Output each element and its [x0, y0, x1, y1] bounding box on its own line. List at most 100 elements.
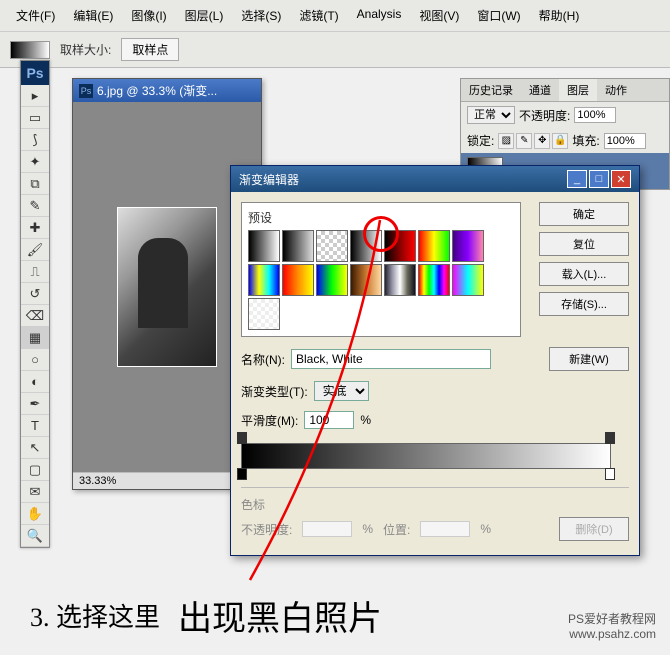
stop-pos-label: 位置:	[383, 521, 410, 538]
color-stop-left[interactable]	[237, 468, 247, 480]
new-button[interactable]: 新建(W)	[549, 347, 629, 371]
blur-tool[interactable]: ○	[21, 349, 49, 371]
eraser-tool[interactable]: ⌫	[21, 305, 49, 327]
swatch-black-white[interactable]	[350, 230, 382, 262]
lock-pixel-icon[interactable]: ✎	[516, 133, 532, 149]
sample-point-button[interactable]: 取样点	[121, 38, 179, 61]
lasso-tool[interactable]: ⟆	[21, 129, 49, 151]
swatch-fg-bg[interactable]	[248, 230, 280, 262]
swatch-rog[interactable]	[418, 230, 450, 262]
menu-item[interactable]: 帮助(H)	[531, 4, 588, 27]
smooth-input[interactable]	[304, 411, 354, 429]
color-stop-right[interactable]	[605, 468, 615, 480]
eyedropper-tool[interactable]: ✎	[21, 195, 49, 217]
dialog-title: 渐变编辑器	[239, 171, 299, 188]
ok-button[interactable]: 确定	[539, 202, 629, 226]
swatch-violet[interactable]	[452, 230, 484, 262]
swatch-fg-trans[interactable]	[282, 230, 314, 262]
tutorial-caption: 3. 选择这里 出现黑白照片	[30, 591, 382, 640]
maximize-button[interactable]: □	[589, 170, 609, 188]
swatch-roy[interactable]	[282, 264, 314, 296]
menu-item[interactable]: 视图(V)	[411, 4, 467, 27]
swatch-red[interactable]	[384, 230, 416, 262]
heal-tool[interactable]: ✚	[21, 217, 49, 239]
tab-layers[interactable]: 图层	[559, 79, 597, 101]
minimize-button[interactable]: _	[567, 170, 587, 188]
reset-button[interactable]: 复位	[539, 232, 629, 256]
swatch-chrome[interactable]	[384, 264, 416, 296]
marquee-tool[interactable]: ▭	[21, 107, 49, 129]
menu-item[interactable]: 图层(L)	[177, 4, 232, 27]
site-name: PS爱好者教程网	[568, 610, 656, 627]
zoom-tool[interactable]: 🔍	[21, 525, 49, 547]
hand-tool[interactable]: ✋	[21, 503, 49, 525]
load-button[interactable]: 载入(L)...	[539, 262, 629, 286]
step-text: 3. 选择这里	[30, 597, 160, 634]
menu-item[interactable]: 选择(S)	[233, 4, 289, 27]
menu-item[interactable]: 文件(F)	[8, 4, 63, 27]
swatch-bg[interactable]	[316, 264, 348, 296]
swatch-copper[interactable]	[350, 264, 382, 296]
ps-icon: Ps	[21, 61, 49, 85]
wand-tool[interactable]: ✦	[21, 151, 49, 173]
shape-tool[interactable]: ▢	[21, 459, 49, 481]
fill-input[interactable]	[604, 133, 646, 149]
dialog-titlebar[interactable]: 渐变编辑器 _ □ ✕	[231, 166, 639, 192]
gradient-editor-dialog: 渐变编辑器 _ □ ✕ 预设	[230, 165, 640, 556]
photo-image	[117, 207, 217, 367]
menu-item[interactable]: 编辑(E)	[65, 4, 121, 27]
history-brush-tool[interactable]: ↺	[21, 283, 49, 305]
site-watermark: PS爱好者教程网 www.psahz.com	[568, 610, 656, 641]
panel-tabs: 历史记录 通道 图层 动作	[461, 79, 669, 102]
tab-channels[interactable]: 通道	[521, 79, 559, 101]
gradient-tool[interactable]: ▦	[21, 327, 49, 349]
save-button[interactable]: 存储(S)...	[539, 292, 629, 316]
lock-pos-icon[interactable]: ✥	[534, 133, 550, 149]
site-url: www.psahz.com	[568, 627, 656, 641]
type-tool[interactable]: T	[21, 415, 49, 437]
gradient-sample[interactable]	[10, 41, 50, 59]
menu-item[interactable]: 窗口(W)	[469, 4, 528, 27]
stamp-tool[interactable]: ⎍	[21, 261, 49, 283]
stop-opacity-input	[302, 521, 352, 537]
path-tool[interactable]: ↖	[21, 437, 49, 459]
close-button[interactable]: ✕	[611, 170, 631, 188]
move-tool[interactable]: ▸	[21, 85, 49, 107]
swatch-trans[interactable]	[316, 230, 348, 262]
swatch-trans-stripe[interactable]	[248, 298, 280, 330]
document-titlebar[interactable]: Ps 6.jpg @ 33.3% (渐变...	[73, 79, 261, 102]
document-title: 6.jpg @ 33.3% (渐变...	[97, 82, 217, 99]
menu-item[interactable]: Analysis	[349, 4, 410, 27]
opacity-input[interactable]	[574, 107, 616, 123]
opacity-stop-right[interactable]	[605, 432, 615, 444]
tab-actions[interactable]: 动作	[597, 79, 635, 101]
lock-all-icon[interactable]: 🔒	[552, 133, 568, 149]
tab-history[interactable]: 历史记录	[461, 79, 521, 101]
lock-label: 锁定:	[467, 132, 494, 149]
lock-trans-icon[interactable]: ▨	[498, 133, 514, 149]
toolbox: Ps ▸ ▭ ⟆ ✦ ⧉ ✎ ✚ 🖌 ⎍ ↺ ⌫ ▦ ○ ◐ ✒ T ↖ ▢ ✉…	[20, 60, 50, 548]
stops-label: 色标	[241, 496, 629, 513]
swatch-bycb[interactable]	[248, 264, 280, 296]
blend-mode-select[interactable]: 正常	[467, 106, 515, 124]
stop-opacity-label: 不透明度:	[241, 521, 292, 538]
sample-size-label: 取样大小:	[60, 41, 111, 58]
opacity-label: 不透明度:	[519, 107, 570, 124]
pct-label: %	[360, 413, 371, 427]
crop-tool[interactable]: ⧉	[21, 173, 49, 195]
brush-tool[interactable]: 🖌	[21, 239, 49, 261]
swatch-spectrum[interactable]	[418, 264, 450, 296]
opacity-stop-left[interactable]	[237, 432, 247, 444]
options-bar: 取样大小: 取样点	[0, 32, 670, 68]
name-input[interactable]	[291, 349, 491, 369]
menu-item[interactable]: 图像(I)	[123, 4, 174, 27]
dodge-tool[interactable]: ◐	[21, 371, 49, 393]
notes-tool[interactable]: ✉	[21, 481, 49, 503]
pen-tool[interactable]: ✒	[21, 393, 49, 415]
gradient-bar[interactable]	[241, 443, 611, 469]
swatch-trans-rain[interactable]	[452, 264, 484, 296]
stop-pos-input	[420, 521, 470, 537]
menu-item[interactable]: 滤镜(T)	[291, 4, 346, 27]
ps-doc-icon: Ps	[79, 84, 93, 98]
type-select[interactable]: 实底	[314, 381, 369, 401]
